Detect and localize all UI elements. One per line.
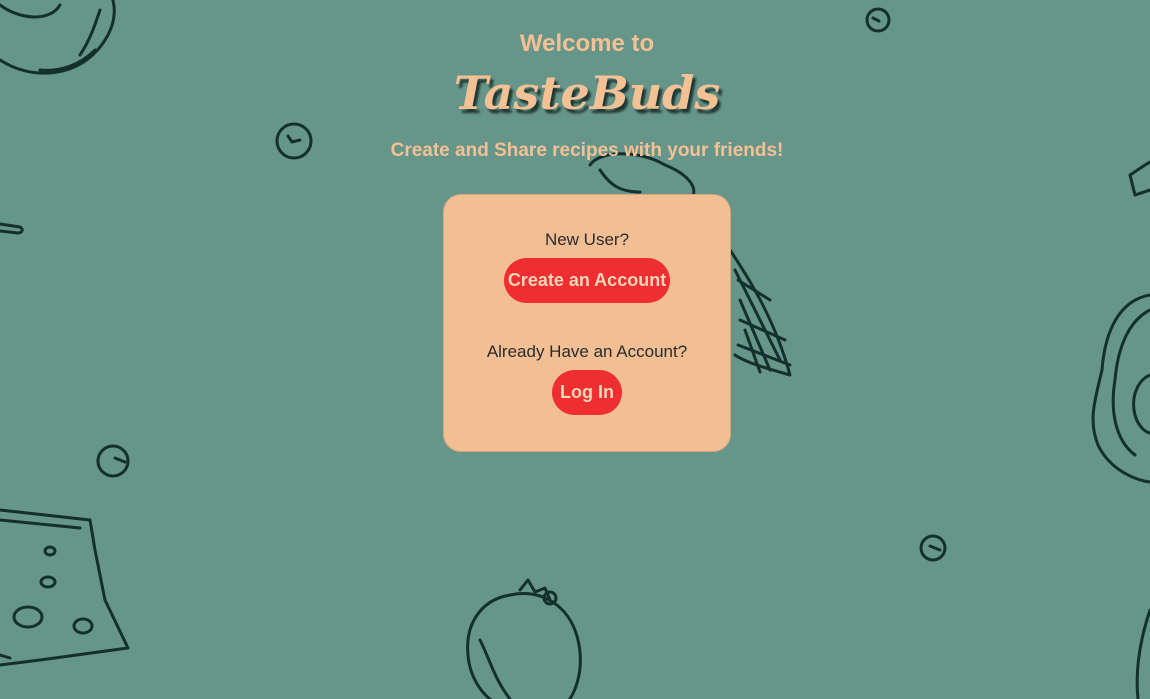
pea-icon — [96, 444, 130, 478]
app-title: TasteBuds — [453, 66, 721, 120]
auth-card: New User? Create an Account Already Have… — [443, 194, 731, 452]
create-account-button[interactable]: Create an Account — [504, 258, 670, 303]
tagline: Create and Share recipes with your frien… — [390, 140, 784, 161]
login-button[interactable]: Log In — [552, 370, 622, 415]
existing-user-prompt: Already Have an Account? — [486, 342, 688, 361]
new-user-prompt: New User? — [544, 230, 630, 249]
tomato-icon — [466, 578, 582, 699]
pea-icon — [919, 534, 947, 562]
welcome-heading: Welcome to — [519, 30, 655, 57]
cheese-icon — [0, 508, 130, 667]
pea-icon — [865, 7, 891, 33]
avocado-icon — [1091, 160, 1150, 484]
